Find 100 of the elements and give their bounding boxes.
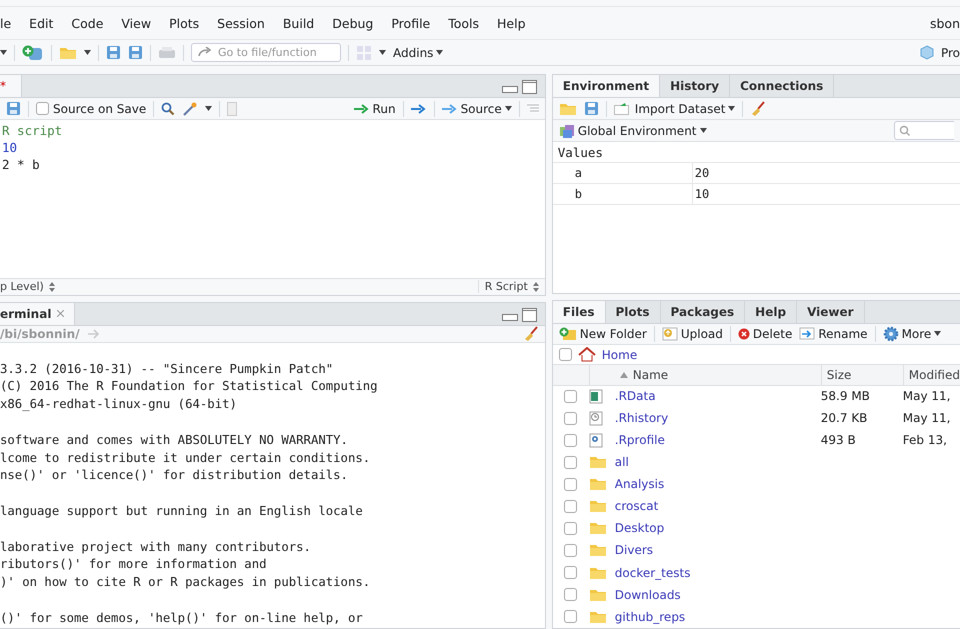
menu-item[interactable]: Tools [448, 16, 480, 30]
row-checkbox[interactable] [564, 588, 578, 602]
file-type-selector[interactable]: R Script [484, 280, 528, 294]
file-action-button[interactable]: More [882, 326, 942, 342]
row-checkbox[interactable] [564, 566, 578, 580]
menu-item[interactable]: Session [217, 16, 265, 30]
folder-icon [588, 566, 607, 580]
row-checkbox[interactable] [564, 610, 578, 624]
column-header[interactable]: Size [820, 365, 903, 385]
file-name[interactable]: Analysis [614, 477, 821, 492]
menu-item[interactable]: Edit [29, 16, 54, 30]
panel-tab[interactable]: Packages [660, 300, 746, 323]
column-header[interactable]: Modified [902, 365, 960, 385]
column-header[interactable]: Name [614, 365, 821, 385]
open-folder-icon[interactable] [59, 46, 77, 60]
panel-tab[interactable]: Files [552, 300, 606, 323]
new-file-icon[interactable] [22, 44, 44, 60]
folder-icon [588, 543, 607, 558]
search-icon[interactable] [161, 102, 176, 116]
search-icon [899, 124, 911, 136]
menu-item[interactable]: Profile [391, 16, 430, 30]
close-icon[interactable] [57, 310, 64, 318]
file-action-button[interactable]: Rename [799, 326, 868, 341]
panel-tab[interactable]: Plots [606, 300, 661, 323]
file-name[interactable]: Desktop [614, 521, 821, 536]
save-icon[interactable] [106, 45, 121, 60]
source-on-save-checkbox[interactable]: Source on Save [36, 102, 146, 116]
print-icon[interactable] [158, 46, 176, 60]
file-name[interactable]: all [614, 455, 821, 470]
minimize-icon[interactable] [502, 86, 518, 94]
row-checkbox[interactable] [564, 412, 578, 425]
open-folder-icon[interactable] [558, 102, 577, 116]
file-name[interactable]: github_reps [614, 610, 821, 624]
console-line: x86_64-redhat-linux-gnu (64-bit) [0, 396, 238, 414]
broom-icon[interactable] [750, 100, 766, 116]
file-action-button[interactable]: Upload [662, 326, 723, 341]
menu-item[interactable]: Build [282, 16, 314, 30]
menu-item[interactable]: Plots [169, 16, 200, 30]
file-name[interactable]: .Rprofile [614, 433, 821, 448]
menu-item[interactable]: Help [497, 16, 526, 30]
caret-icon [504, 106, 512, 111]
select-all-checkbox[interactable] [558, 348, 572, 362]
search-field[interactable] [894, 121, 954, 140]
file-name[interactable]: Downloads [614, 588, 821, 602]
maximize-icon[interactable] [522, 308, 537, 322]
go-to-file-field[interactable]: Go to file/function [191, 43, 341, 62]
document-icon[interactable] [227, 102, 238, 116]
code-line: R script [2, 122, 64, 139]
scope-selector[interactable]: p Level) [0, 280, 44, 294]
caret-icon [436, 50, 444, 55]
row-checkbox[interactable] [564, 500, 578, 513]
save-icon[interactable] [584, 101, 599, 116]
source-button[interactable]: Source [442, 102, 512, 116]
row-checkbox[interactable] [564, 478, 578, 491]
file-name[interactable]: Divers [614, 543, 821, 558]
menu-item[interactable]: le [0, 16, 12, 30]
save-all-icon[interactable] [128, 45, 143, 60]
row-checkbox[interactable] [564, 390, 578, 403]
row-checkbox[interactable] [564, 544, 578, 557]
up-down-icon[interactable] [48, 282, 55, 292]
new-folder-icon [558, 326, 577, 341]
grid-icon[interactable] [356, 44, 372, 60]
data-file-icon [588, 388, 603, 404]
arrow-icon[interactable] [442, 104, 458, 114]
menu-item[interactable]: Code [71, 16, 104, 30]
file-action-button[interactable]: Delete [738, 326, 792, 341]
arrow-icon[interactable] [410, 104, 427, 114]
file-modified: May 11, [902, 411, 952, 426]
console-line: software and comes with ABSOLUTELY NO WARRANTY. [0, 432, 349, 449]
panel-tab[interactable]: Environment [552, 75, 660, 97]
project-menu[interactable]: Pro [940, 46, 960, 60]
file-action-button[interactable]: New Folder [558, 326, 647, 341]
minimize-icon[interactable] [502, 314, 518, 322]
file-name[interactable]: docker_tests [614, 566, 821, 580]
up-down-icon[interactable] [532, 282, 539, 292]
console-line: lcome to redistribute it under certain conditions. [0, 450, 372, 467]
editor-tab[interactable]: * [0, 75, 22, 97]
broom-icon[interactable] [522, 326, 539, 342]
clock-file-icon [588, 410, 603, 426]
row-checkbox[interactable] [564, 456, 578, 469]
arrow-icon[interactable] [354, 104, 370, 114]
terminal-tab[interactable]: erminal [0, 302, 76, 325]
addins-menu[interactable]: Addins [393, 46, 444, 60]
align-icon[interactable] [526, 104, 539, 114]
run-button[interactable]: Run [354, 102, 396, 116]
home-link[interactable]: Home [602, 348, 638, 362]
import-dataset-button[interactable]: Import Dataset [614, 102, 736, 116]
file-name[interactable]: .RData [614, 389, 821, 404]
maximize-icon[interactable] [522, 80, 537, 94]
file-name[interactable]: croscat [614, 499, 821, 514]
menu-item[interactable]: Debug [332, 16, 374, 30]
row-checkbox[interactable] [564, 522, 578, 535]
file-modified: May 11, [902, 389, 952, 404]
menu-item[interactable]: View [121, 16, 152, 30]
variable-value: 10 [694, 186, 710, 203]
save-icon[interactable] [6, 101, 21, 116]
r-cube-icon [920, 45, 934, 60]
row-checkbox[interactable] [564, 434, 578, 447]
magic-wand-icon[interactable] [182, 100, 198, 116]
file-name[interactable]: .Rhistory [614, 411, 821, 426]
